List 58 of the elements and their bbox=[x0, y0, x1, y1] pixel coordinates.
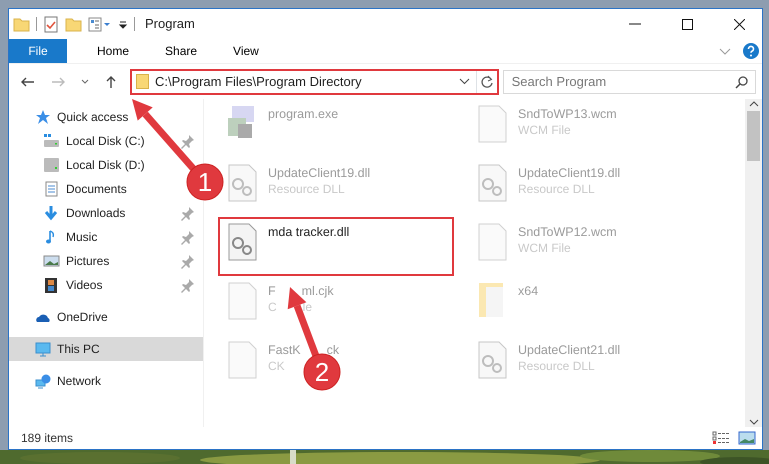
back-arrow-icon[interactable] bbox=[21, 76, 35, 88]
sidebar-item[interactable]: Videos bbox=[66, 276, 102, 294]
picture-icon bbox=[43, 253, 60, 269]
sidebar-item[interactable]: OneDrive bbox=[9, 305, 203, 329]
checklist-icon[interactable] bbox=[43, 16, 59, 32]
file-icon bbox=[476, 104, 508, 144]
help-icon[interactable] bbox=[743, 43, 759, 59]
minimize-icon[interactable] bbox=[629, 23, 641, 25]
sidebar-item[interactable]: Local Disk (D:) bbox=[66, 156, 145, 174]
number-badge: 2 bbox=[304, 354, 340, 390]
sidebar-item[interactable]: Pictures bbox=[66, 252, 110, 270]
sidebar-item[interactable]: Downloads bbox=[66, 204, 126, 222]
sidebar-item[interactable]: Local Disk (C:) bbox=[66, 132, 145, 150]
download-icon bbox=[43, 205, 60, 221]
gear-file-icon bbox=[476, 163, 508, 203]
properties-icon[interactable] bbox=[88, 16, 112, 32]
file-menu-button[interactable]: File bbox=[9, 39, 67, 63]
file-name[interactable]: mda tracker.dll bbox=[268, 224, 350, 240]
gear-file-icon bbox=[226, 163, 258, 203]
scroll-down-icon[interactable] bbox=[748, 417, 758, 427]
star-icon bbox=[35, 109, 51, 125]
maximize-icon[interactable] bbox=[682, 18, 692, 30]
file-icon bbox=[226, 340, 258, 380]
ribbon-tab[interactable]: Share bbox=[149, 39, 214, 63]
sidebar-item[interactable]: This PC bbox=[9, 337, 203, 361]
scrollbar-thumb[interactable] bbox=[747, 111, 760, 161]
window-title: Program bbox=[145, 15, 195, 34]
close-icon[interactable] bbox=[734, 18, 744, 30]
scroll-up-icon[interactable] bbox=[748, 99, 758, 109]
ribbon-tab[interactable]: Home bbox=[81, 39, 146, 63]
network-icon bbox=[35, 373, 51, 389]
refresh-icon[interactable] bbox=[480, 74, 494, 88]
search-box[interactable]: Search Program bbox=[502, 70, 756, 94]
folder-icon bbox=[136, 74, 149, 89]
address-path: C:\Program Files\Program Directory bbox=[155, 72, 362, 91]
number-badge: 1 bbox=[186, 164, 224, 200]
large-icons-view-icon[interactable] bbox=[738, 431, 756, 445]
chevron-down-icon[interactable] bbox=[458, 78, 470, 85]
sidebar-item[interactable]: Documents bbox=[66, 180, 127, 198]
chevron-down-icon[interactable] bbox=[81, 79, 89, 84]
search-icon[interactable] bbox=[735, 74, 749, 88]
film-icon bbox=[43, 277, 60, 293]
item-count: 189 items bbox=[21, 430, 74, 447]
document-icon bbox=[43, 181, 60, 197]
ribbon-tab[interactable]: View bbox=[217, 39, 275, 63]
file-icon bbox=[476, 222, 508, 262]
details-view-icon[interactable] bbox=[712, 431, 730, 445]
address-bar[interactable]: C:\Program Files\Program Directory bbox=[130, 68, 499, 94]
monitor-icon bbox=[35, 341, 51, 357]
sidebar-item[interactable]: Quick access bbox=[9, 105, 203, 129]
gear-file-icon bbox=[476, 340, 508, 380]
drive-icon bbox=[43, 157, 60, 173]
gear-file-icon bbox=[226, 222, 258, 262]
file-icon bbox=[226, 281, 258, 321]
sidebar-item[interactable]: Network bbox=[9, 369, 203, 393]
up-arrow-icon[interactable] bbox=[105, 75, 117, 88]
sidebar-item[interactable]: Music bbox=[66, 228, 98, 246]
drive-icon bbox=[43, 133, 60, 149]
